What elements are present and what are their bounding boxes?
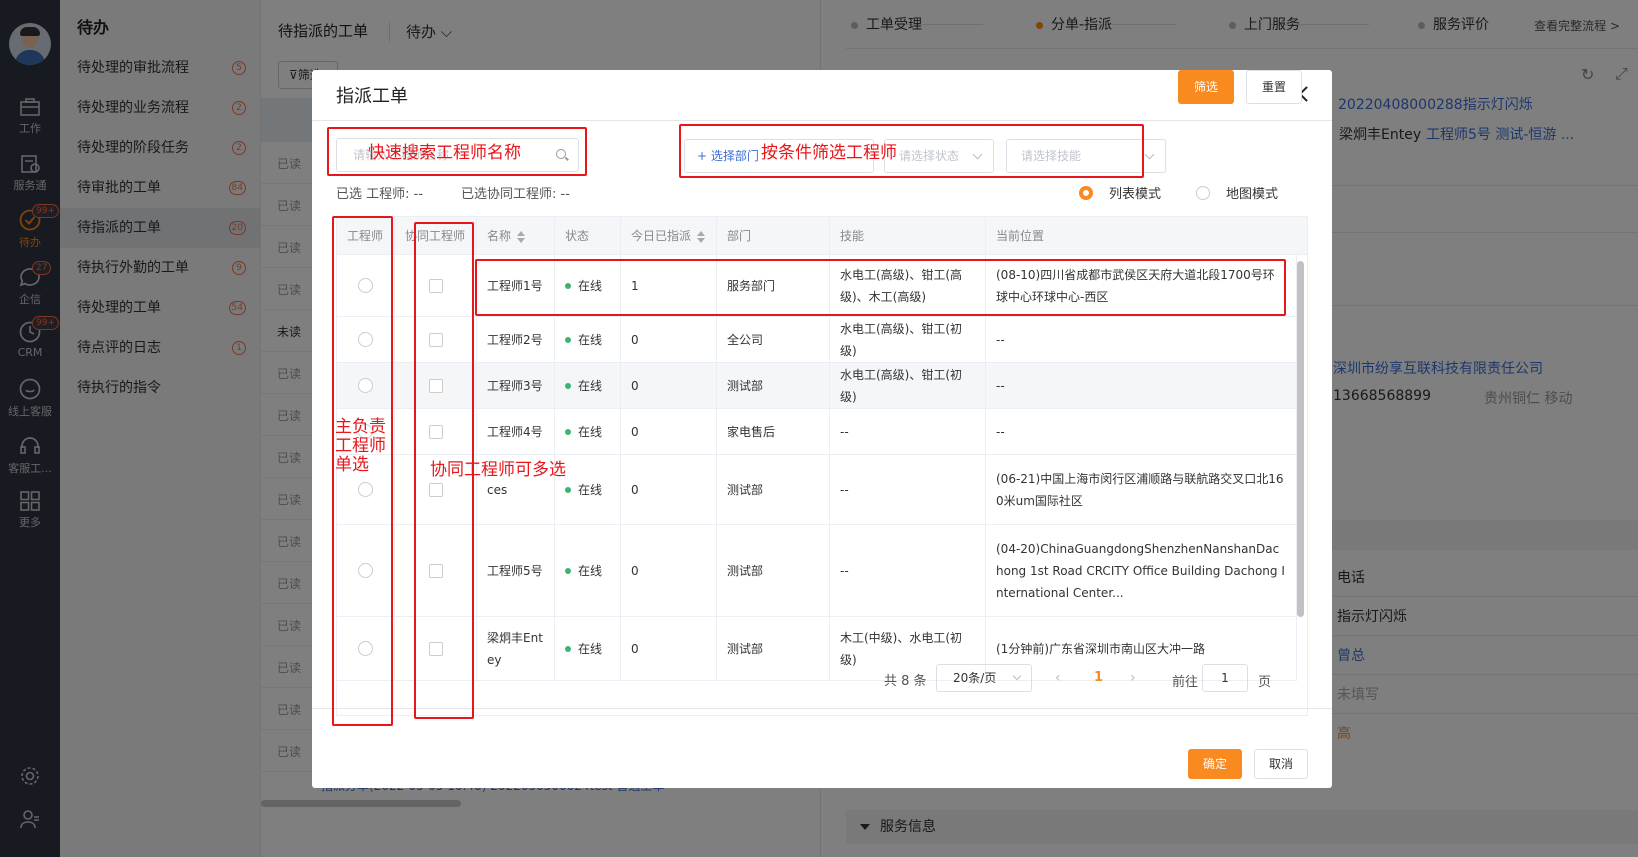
annotation-row-box [475, 259, 1286, 316]
table-header: 工程师 协同工程师 名称 状态 今日已指派 部门 技能 当前位置 [337, 217, 1307, 255]
radio-checked-icon [1079, 186, 1093, 200]
cell-skill: 水电工(高级)、钳工(初级) [830, 363, 986, 408]
cell-today: 0 [621, 409, 717, 454]
online-status-icon [565, 645, 571, 652]
annotation-main-text: 主负责 工程师 单选 [335, 417, 386, 475]
online-status-icon [565, 567, 571, 574]
chevron-down-icon [1144, 149, 1155, 160]
cell-dept: 全公司 [717, 317, 830, 362]
cell-name: 工程师5号 [477, 525, 555, 616]
cell-location: -- [986, 363, 1297, 408]
cell-location: -- [986, 317, 1297, 362]
cell-skill: -- [830, 525, 986, 616]
cell-skill: -- [830, 409, 986, 454]
next-page-icon[interactable]: › [1130, 670, 1136, 686]
online-status-icon [565, 336, 571, 343]
cell-status: 在线 [555, 409, 621, 454]
cell-name: 工程师3号 [477, 363, 555, 408]
mode-map-radio[interactable]: 地图模式 [1196, 183, 1278, 202]
col-today-assigned[interactable]: 今日已指派 [621, 217, 717, 255]
chevron-down-icon [1012, 671, 1022, 681]
mode-list-radio[interactable]: 列表模式 [1079, 183, 1161, 202]
cell-location: -- [986, 409, 1297, 454]
page-unit: 页 [1258, 675, 1272, 690]
pager-total: 共 8 条 [884, 674, 927, 689]
cell-skill: -- [830, 455, 986, 524]
dialog-title: 指派工单 [336, 86, 408, 107]
cell-today: 0 [621, 617, 717, 680]
online-status-icon [565, 486, 571, 493]
cell-dept: 测试部 [717, 525, 830, 616]
annotation-assist-text: 协同工程师可多选 [430, 460, 566, 480]
cell-status: 在线 [555, 363, 621, 408]
cancel-button[interactable]: 取消 [1254, 749, 1308, 779]
annotation-filter-text: 按条件筛选工程师 [761, 143, 897, 163]
cell-name: 工程师4号 [477, 409, 555, 454]
cell-dept: 家电售后 [717, 409, 830, 454]
confirm-button[interactable]: 确定 [1188, 749, 1242, 779]
cell-status: 在线 [555, 525, 621, 616]
selected-engineer-text: 已选 工程师: -- [336, 187, 424, 202]
col-name[interactable]: 名称 [477, 217, 555, 255]
filter-button[interactable]: 筛选 [1178, 70, 1234, 104]
selected-assist-text: 已选协同工程师: -- [461, 187, 570, 202]
reset-button[interactable]: 重置 [1246, 70, 1302, 104]
dialog-divider [312, 120, 1332, 121]
radio-unchecked-icon [1196, 186, 1210, 200]
table-row[interactable]: 工程师3号 在线 0 测试部 水电工(高级)、钳工(初级) -- [337, 363, 1297, 409]
cell-status: 在线 [555, 317, 621, 362]
cell-dept: 测试部 [717, 455, 830, 524]
cell-name: 工程师2号 [477, 317, 555, 362]
cell-today: 0 [621, 455, 717, 524]
col-status: 状态 [555, 217, 621, 255]
current-page[interactable]: 1 [1094, 670, 1103, 685]
table-row[interactable]: 工程师2号 在线 0 全公司 水电工(高级)、钳工(初级) -- [337, 317, 1297, 363]
cell-today: 0 [621, 317, 717, 362]
page-size-select[interactable]: 20条/页 [936, 664, 1032, 692]
cell-today: 0 [621, 525, 717, 616]
cell-name: 梁炯丰Entey [477, 617, 555, 680]
cell-status: 在线 [555, 617, 621, 680]
sort-icon [517, 230, 526, 243]
col-department: 部门 [717, 217, 830, 255]
prev-page-icon[interactable]: ‹ [1055, 670, 1061, 686]
table-scrollbar[interactable] [1297, 261, 1304, 617]
sort-icon [697, 230, 706, 243]
cell-dept: 测试部 [717, 617, 830, 680]
cell-today: 0 [621, 363, 717, 408]
col-skill: 技能 [830, 217, 986, 255]
col-location: 当前位置 [996, 229, 1045, 243]
cell-location: (1分钟前)广东省深圳市南山区大冲一路 [986, 617, 1297, 680]
cell-location: (06-21)中国上海市闵行区浦顺路与联航路交叉口北160米um国际社区 [986, 455, 1297, 524]
online-status-icon [565, 382, 571, 389]
annotation-search-text: 快速搜索工程师名称 [368, 143, 521, 163]
goto-page-input[interactable]: 1 [1202, 664, 1248, 692]
table-row[interactable]: 工程师5号 在线 0 测试部 -- (04-20)ChinaGuangdongShenzh… [337, 525, 1297, 617]
goto-label: 前往 [1172, 675, 1199, 690]
cell-skill: 水电工(高级)、钳工(初级) [830, 317, 986, 362]
cell-location: (04-20)ChinaGuangdongShenzhenNanshanDach… [986, 525, 1297, 616]
online-status-icon [565, 428, 571, 435]
table-row[interactable]: 工程师4号 在线 0 家电售后 -- -- [337, 409, 1297, 455]
table-row[interactable]: 梁炯丰Entey 在线 0 测试部 木工(中级)、水电工(初级) (1分钟前)广东省深圳市… [337, 617, 1297, 681]
cell-dept: 测试部 [717, 363, 830, 408]
annotation-filter-box [679, 124, 1144, 178]
